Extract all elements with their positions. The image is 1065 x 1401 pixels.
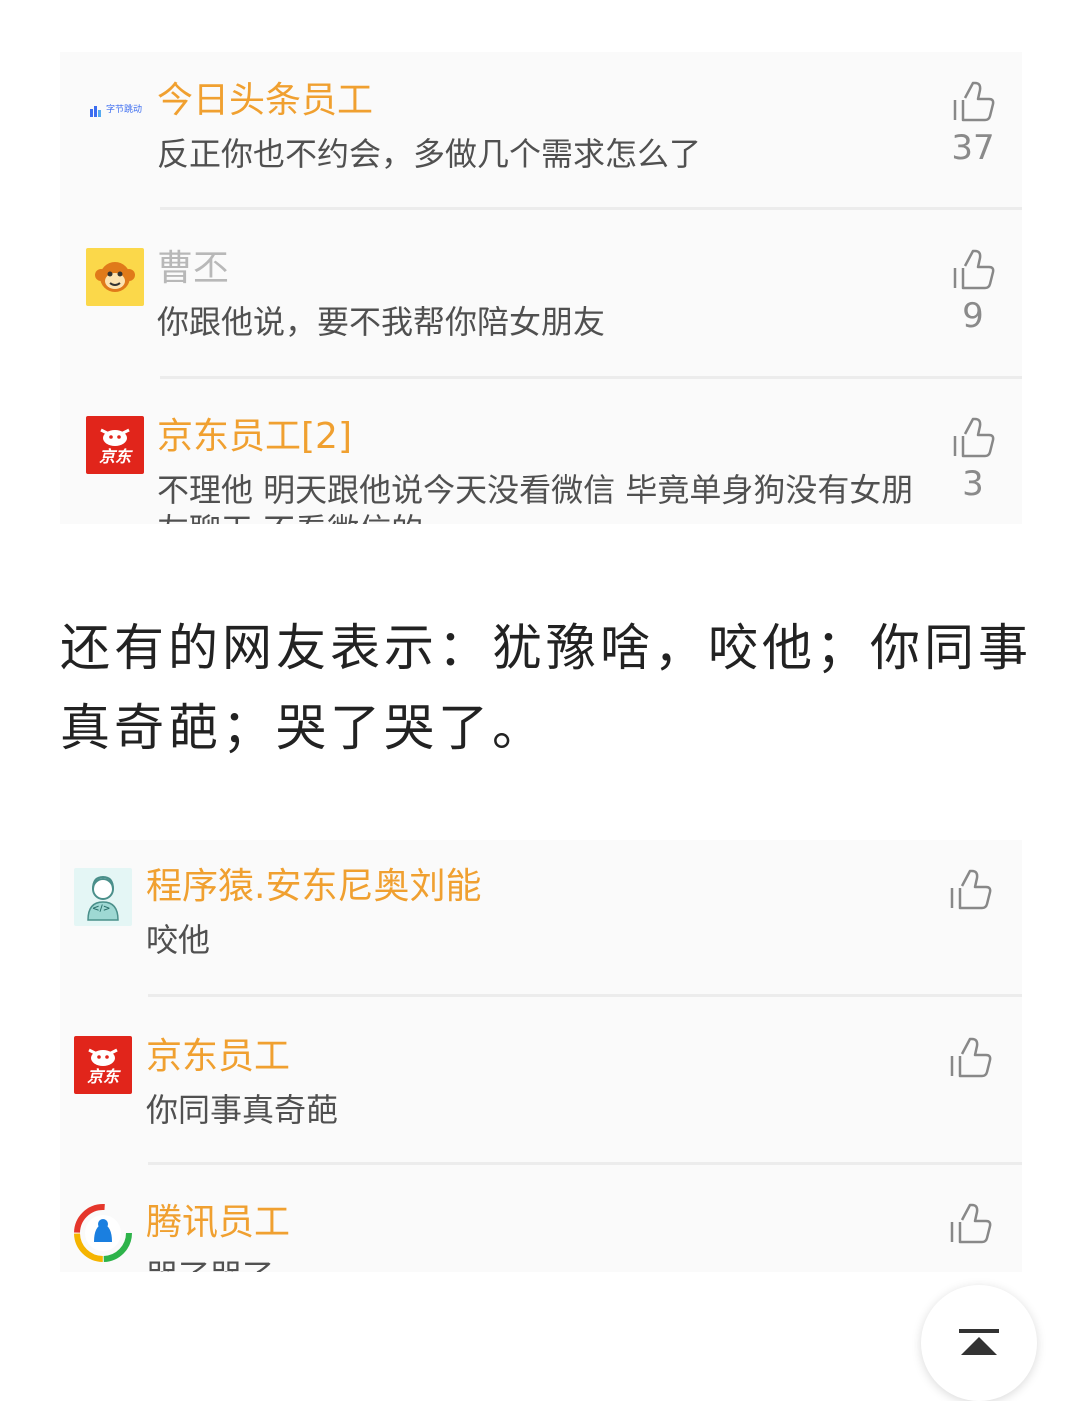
comment-text-overflow: 友聊天 不看微信的 xyxy=(157,510,423,524)
comment-card-1: 字节跳动 今日头条员工 反正你也不约会，多做几个需求怎么了 37 曹丕 你跟他说 xyxy=(60,52,1022,524)
thumbs-up-icon xyxy=(953,81,995,122)
comment-username[interactable]: 程序猿.安东尼奥刘能 xyxy=(146,866,481,908)
jd-avatar-label: 京东 xyxy=(86,1067,119,1086)
like-count: 9 xyxy=(962,296,984,336)
thumbs-up-icon xyxy=(950,869,992,910)
divider xyxy=(148,1162,1022,1165)
comment-item: 字节跳动 今日头条员工 反正你也不约会，多做几个需求怎么了 37 xyxy=(60,52,1022,212)
thumbs-up-icon xyxy=(953,249,995,290)
comment-item: 腾讯员工 哭了哭了 xyxy=(60,1176,1022,1272)
divider xyxy=(160,207,1022,210)
jd-avatar[interactable]: 京东 xyxy=(86,416,144,474)
like-count: 3 xyxy=(962,464,984,504)
comment-item: </> 程序猿.安东尼奥刘能 咬他 xyxy=(60,840,1022,1000)
article-paragraph: 还有的网友表示：犹豫啥，咬他；你同事真奇葩；哭了哭了。 xyxy=(60,619,1032,757)
programmer-avatar[interactable]: </> xyxy=(74,868,132,926)
comment-username[interactable]: 京东员工[2] xyxy=(157,416,352,458)
like-count: 37 xyxy=(951,128,995,168)
monkey-avatar[interactable] xyxy=(86,248,144,306)
bytedance-avatar-label: 字节跳动 xyxy=(106,105,143,115)
arrow-up-icon xyxy=(961,1337,997,1355)
comment-item: 京东 京东员工 你同事真奇葩 xyxy=(60,1010,1022,1170)
comment-item: 曹丕 你跟他说，要不我帮你陪女朋友 9 xyxy=(60,222,1022,382)
bytedance-avatar[interactable]: 字节跳动 xyxy=(88,82,146,140)
like-button[interactable]: 3 xyxy=(943,416,1003,504)
comment-username[interactable]: 腾讯员工 xyxy=(146,1202,290,1244)
divider xyxy=(160,376,1022,379)
like-button[interactable] xyxy=(940,1036,1000,1080)
comment-item: 京东 京东员工[2] 不理他 明天跟他说今天没看微信 毕竟单身狗没有女朋 友聊天… xyxy=(60,390,1022,524)
like-button[interactable] xyxy=(940,868,1000,912)
like-button[interactable]: 9 xyxy=(943,248,1003,336)
programmer-avatar-label: </> xyxy=(92,904,111,914)
programmer-icon xyxy=(87,875,119,921)
comment-text: 反正你也不约会，多做几个需求怎么了 xyxy=(157,135,702,173)
tencent-news-icon xyxy=(74,1204,132,1262)
like-button[interactable] xyxy=(940,1202,1000,1246)
thumbs-up-icon xyxy=(950,1203,992,1244)
comment-text: 咬他 xyxy=(146,921,211,959)
comment-text: 你同事真奇葩 xyxy=(146,1091,339,1129)
comment-text: 你跟他说，要不我帮你陪女朋友 xyxy=(157,303,606,341)
tencent-avatar[interactable] xyxy=(74,1204,132,1262)
jd-avatar[interactable]: 京东 xyxy=(74,1036,132,1094)
thumbs-up-icon xyxy=(953,417,995,458)
like-button[interactable]: 37 xyxy=(943,80,1003,168)
jd-dog-icon xyxy=(88,1048,118,1066)
comment-username[interactable]: 曹丕 xyxy=(157,248,229,290)
back-to-top-button[interactable] xyxy=(921,1285,1037,1401)
monkey-face-icon xyxy=(95,262,135,292)
jd-dog-icon xyxy=(100,428,130,446)
comment-card-2: </> 程序猿.安东尼奥刘能 咬他 京东 京东员工 你同事真奇葩 腾讯员工 xyxy=(60,840,1022,1272)
jd-avatar-label: 京东 xyxy=(98,447,131,466)
arrow-up-icon-bar xyxy=(959,1329,999,1333)
comment-username[interactable]: 今日头条员工 xyxy=(157,80,373,122)
comment-text: 哭了哭了 xyxy=(146,1256,274,1272)
comment-text: 不理他 明天跟他说今天没看微信 毕竟单身狗没有女朋 xyxy=(157,471,914,509)
thumbs-up-icon xyxy=(950,1037,992,1078)
comment-username[interactable]: 京东员工 xyxy=(146,1036,290,1078)
divider xyxy=(148,994,1022,997)
